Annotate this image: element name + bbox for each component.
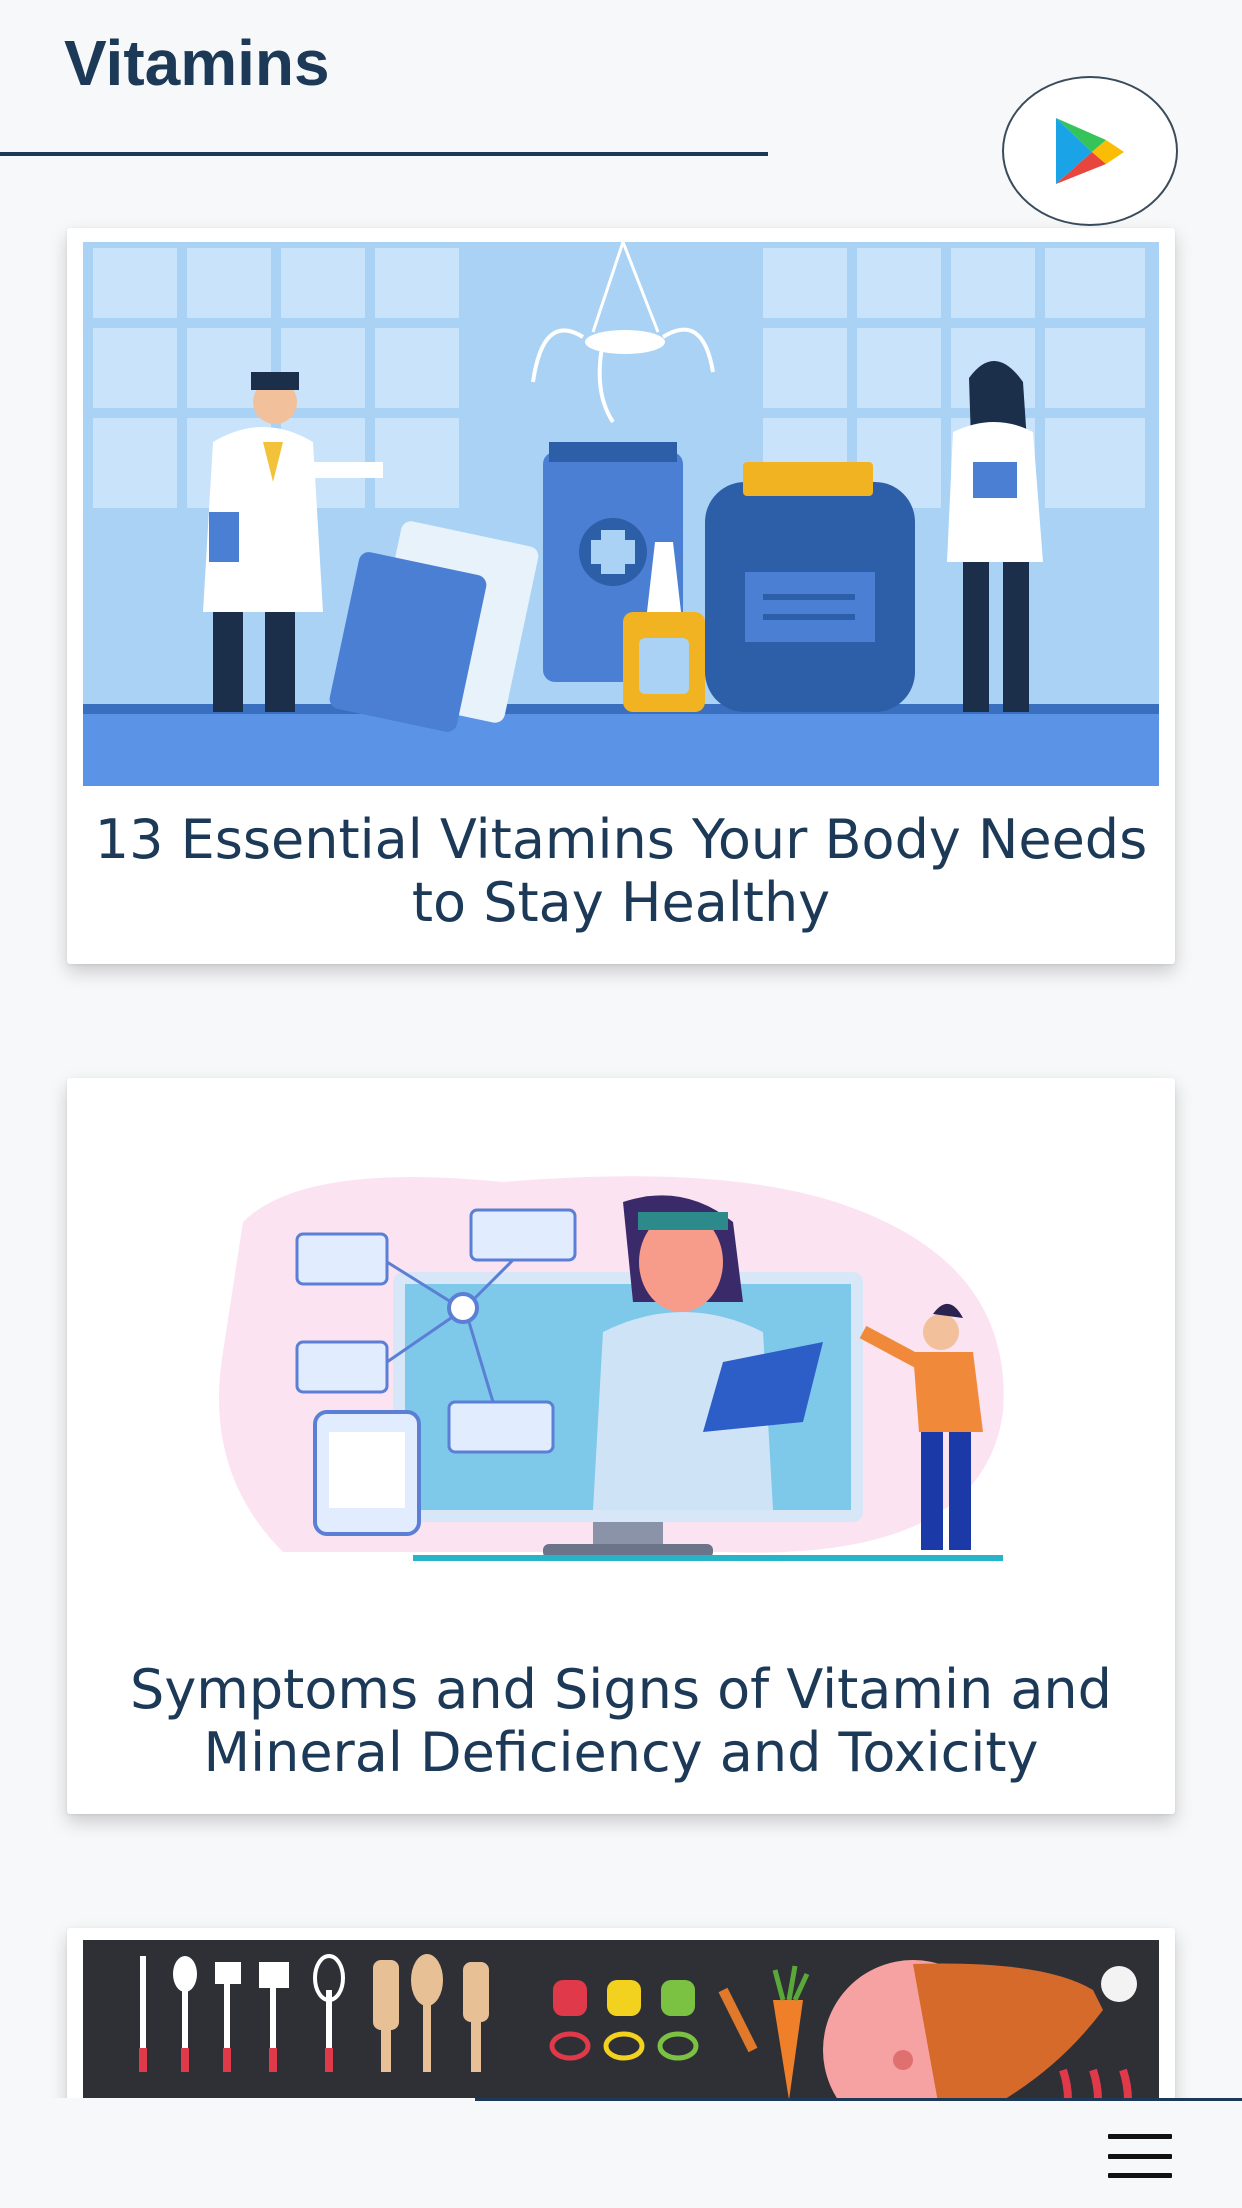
title-underline [0,152,768,156]
article-card[interactable]: 13 Essential Vitamins Your Body Needs to… [67,228,1175,964]
article-card[interactable]: Symptoms and Signs of Vitamin and Minera… [67,1078,1175,1814]
article-title: 13 Essential Vitamins Your Body Needs to… [94,808,1148,934]
article-title: Symptoms and Signs of Vitamin and Minera… [130,1658,1112,1784]
page-title: Vitamins [64,27,330,99]
hamburger-menu-icon[interactable] [1100,2128,1180,2184]
google-play-button[interactable] [1002,76,1178,226]
menu-line [1108,2173,1172,2178]
bottom-bar [0,2098,1242,2208]
menu-line [1108,2153,1172,2159]
article-image [83,242,1159,786]
google-play-icon [1056,118,1124,184]
bottom-bar-divider [475,2098,1242,2101]
menu-line [1108,2134,1172,2139]
article-image [83,1092,1159,1636]
